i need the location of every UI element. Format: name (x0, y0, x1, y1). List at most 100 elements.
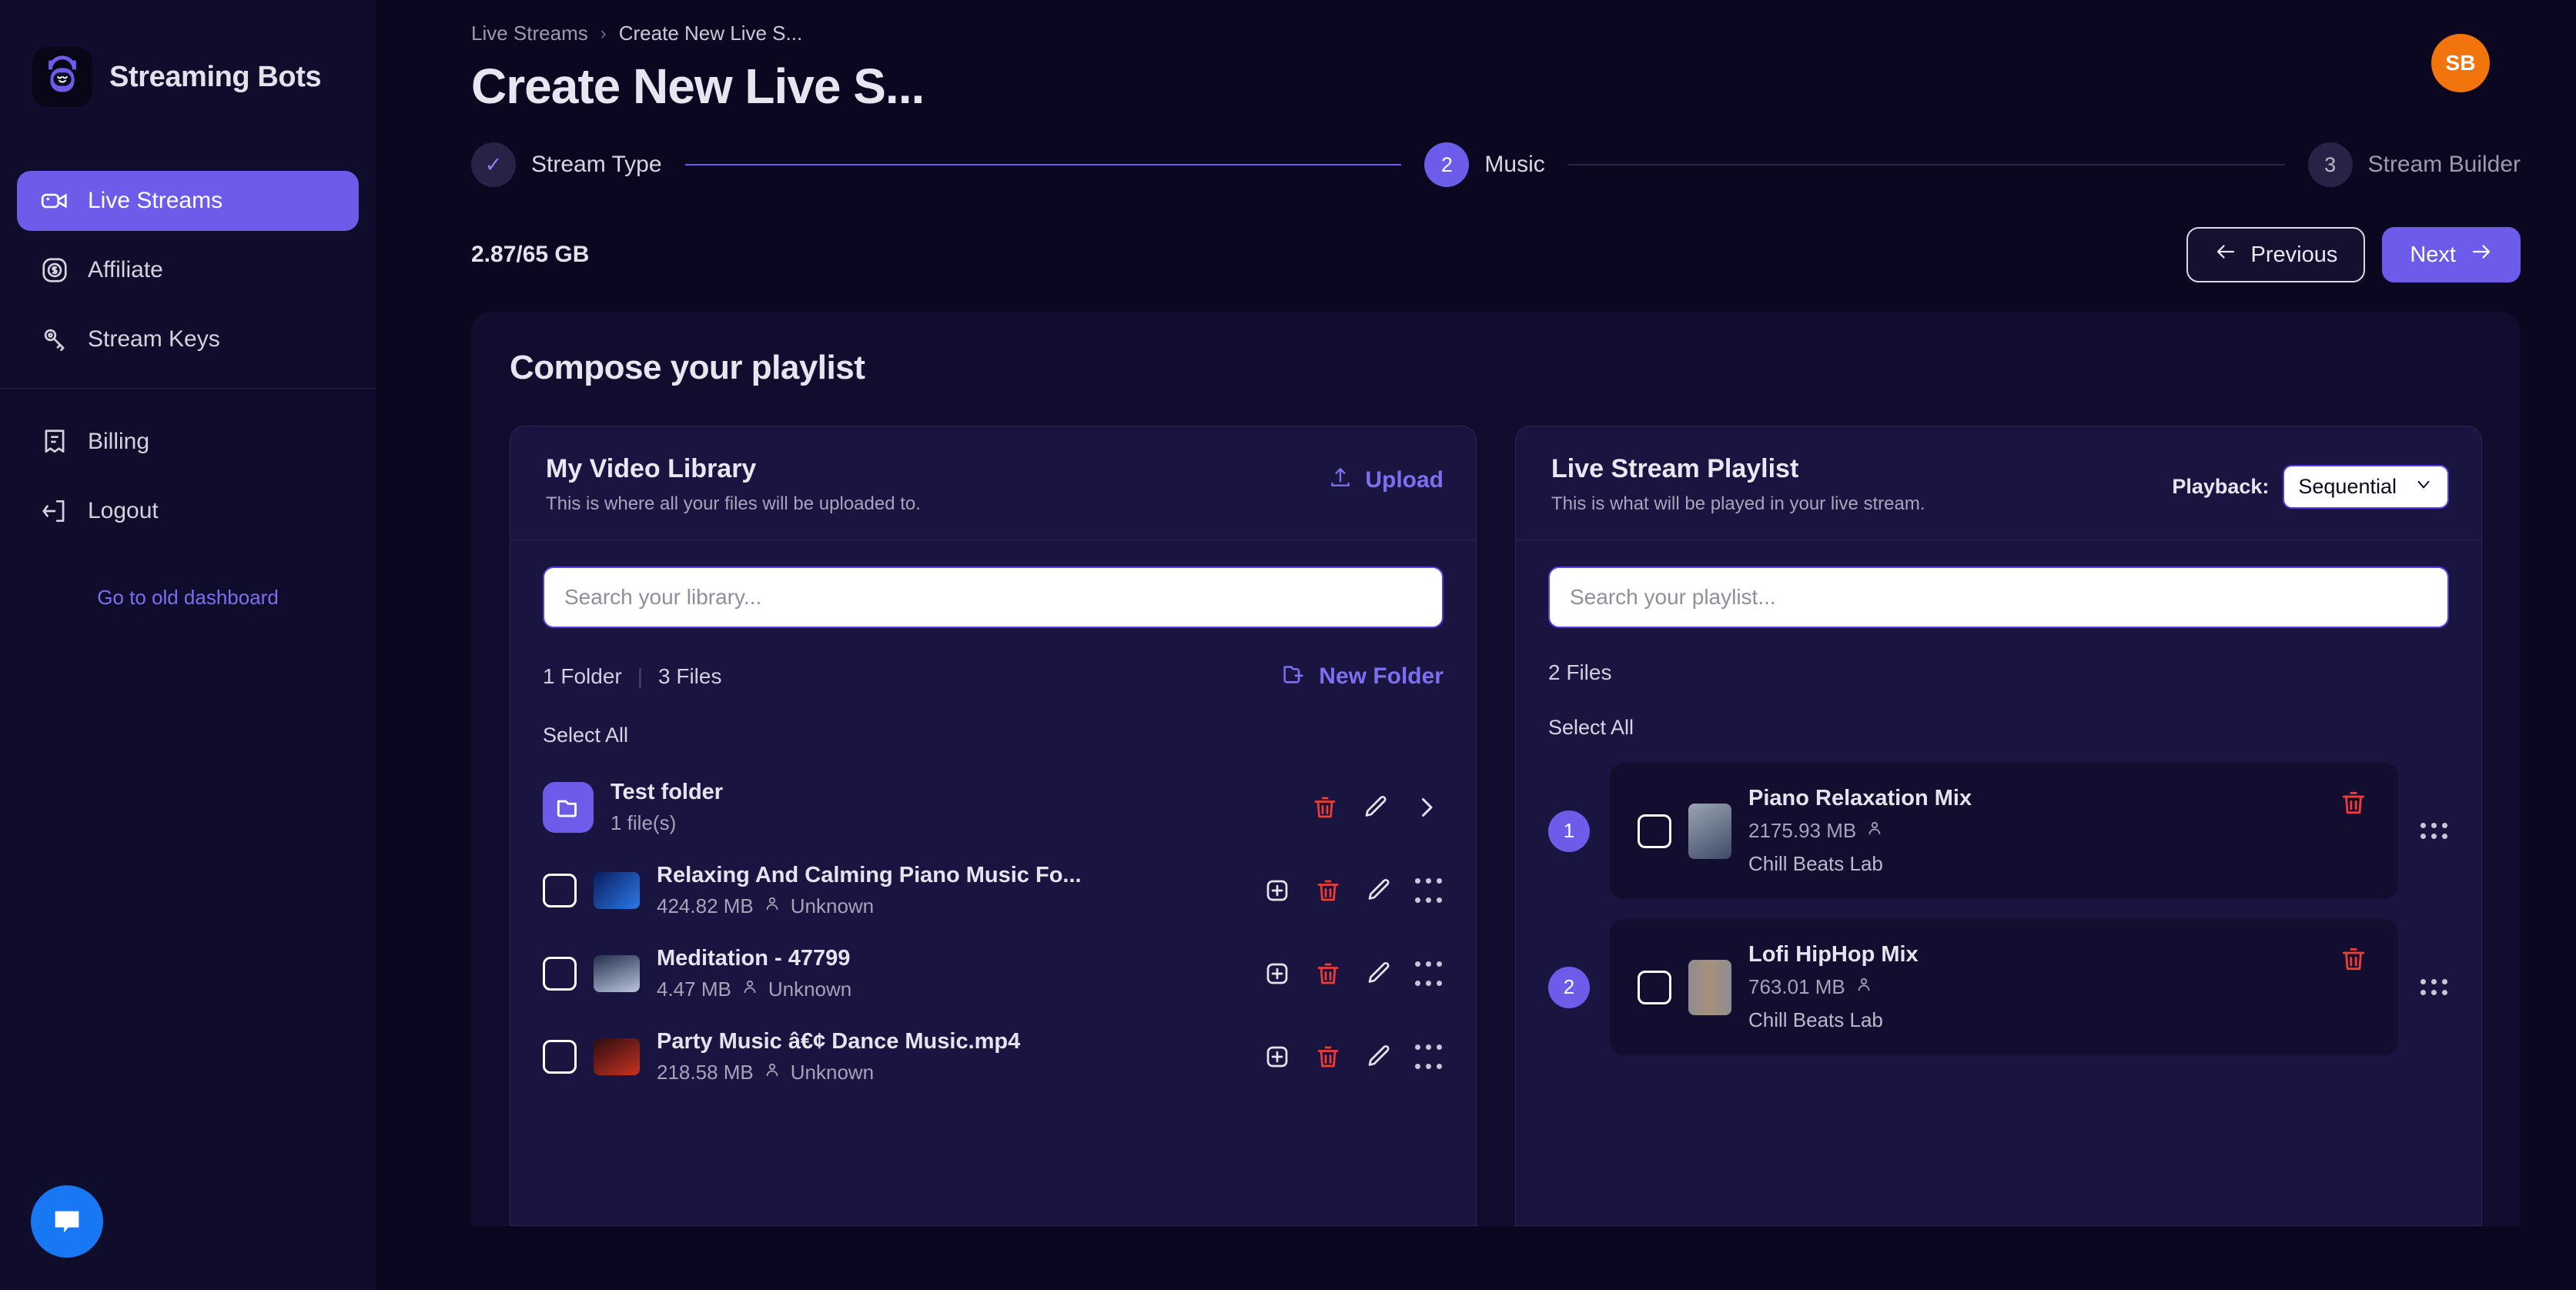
drag-handle-icon[interactable] (2418, 979, 2449, 995)
new-folder-button[interactable]: New Folder (1280, 660, 1444, 693)
drag-handle-icon[interactable] (1413, 1040, 1444, 1074)
row-checkbox[interactable] (543, 874, 577, 907)
chat-bubble-icon[interactable] (31, 1185, 103, 1258)
upload-button[interactable]: Upload (1328, 465, 1444, 496)
playlist-header-text: Live Stream Playlist This is what will b… (1551, 454, 1925, 515)
library-rows: Test folder 1 file(s) Relaxing And Calmi… (543, 766, 1444, 1098)
trash-icon[interactable] (2337, 786, 2370, 820)
sidebar-item-label: Logout (88, 498, 159, 523)
list-item[interactable]: 1 Piano Relaxation Mix 2175.93 MB Chill … (1548, 763, 2449, 899)
file-size: 218.58 MB (657, 1061, 754, 1084)
step-label: Stream Type (531, 152, 662, 177)
playlist-item-card[interactable]: Piano Relaxation Mix 2175.93 MB Chill Be… (1610, 763, 2398, 899)
step-stream-type[interactable]: ✓ Stream Type (471, 142, 662, 187)
row-checkbox[interactable] (543, 957, 577, 991)
playlist-item-size: 2175.93 MB (1748, 819, 1857, 842)
table-row[interactable]: Meditation - 47799 4.47 MB Unknown (543, 932, 1444, 1015)
folder-icon (543, 782, 594, 833)
user-icon (1855, 975, 1873, 999)
trash-icon[interactable] (1311, 957, 1345, 991)
sidebar-item-logout[interactable]: Logout (17, 481, 359, 541)
drag-handle-icon[interactable] (1413, 874, 1444, 907)
old-dashboard-link[interactable]: Go to old dashboard (0, 586, 376, 610)
count-divider: | (637, 664, 643, 688)
main-content: Live Streams › Create New Live S... Crea… (376, 0, 2576, 1290)
row-checkbox[interactable] (1638, 970, 1671, 1004)
row-checkbox[interactable] (543, 1040, 577, 1074)
search-input[interactable] (543, 566, 1444, 628)
trash-icon[interactable] (1311, 1040, 1345, 1074)
library-meta-row: 1 Folder | 3 Files New Folder (543, 660, 1444, 693)
folder-plus-icon (1280, 660, 1306, 693)
library-header-text: My Video Library This is where all your … (546, 454, 921, 515)
plus-square-icon[interactable] (1260, 1040, 1294, 1074)
playlist-item-artist: Chill Beats Lab (1748, 852, 1883, 875)
file-info: Relaxing And Calming Piano Music Fo... 4… (657, 863, 1243, 918)
playback-select[interactable]: Sequential (2283, 465, 2449, 509)
playback-control: Playback: Sequential (2172, 465, 2449, 509)
table-row[interactable]: Relaxing And Calming Piano Music Fo... 4… (543, 849, 1444, 932)
sidebar-item-label: Billing (88, 429, 150, 454)
trash-icon[interactable] (1311, 874, 1345, 907)
playlist-item-name: Lofi HipHop Mix (1748, 942, 1919, 967)
library-select-all[interactable]: Select All (543, 724, 1444, 747)
plus-square-icon[interactable] (1260, 874, 1294, 907)
brand[interactable]: Streaming Bots (0, 34, 376, 120)
file-thumbnail (594, 1038, 640, 1075)
trash-icon[interactable] (1308, 790, 1342, 824)
playlist-meta-row: 2 Files (1548, 660, 2449, 685)
drag-handle-icon[interactable] (1413, 957, 1444, 991)
logout-arrow-icon (40, 496, 69, 526)
file-name: Party Music â€¢ Dance Music.mp4 (657, 1029, 1021, 1054)
pencil-icon[interactable] (1362, 1040, 1396, 1074)
user-icon (763, 894, 781, 918)
playlist-item-card[interactable]: Lofi HipHop Mix 763.01 MB Chill Beats La… (1610, 919, 2398, 1055)
pencil-icon[interactable] (1362, 957, 1396, 991)
playlist-item-meta: 763.01 MB (1748, 975, 2320, 999)
library-title: My Video Library (546, 454, 757, 483)
playlist-select-all[interactable]: Select All (1548, 716, 2449, 740)
playlist-index-badge: 1 (1548, 810, 1590, 852)
library-body: 1 Folder | 3 Files (510, 540, 1476, 1098)
step-stream-builder[interactable]: 3 Stream Builder (2307, 142, 2521, 187)
new-folder-label: New Folder (1319, 663, 1444, 689)
user-icon (763, 1061, 781, 1084)
folder-row[interactable]: Test folder 1 file(s) (543, 766, 1444, 849)
pencil-icon[interactable] (1362, 874, 1396, 907)
playlist-counts: 2 Files (1548, 660, 1611, 685)
avatar[interactable]: SB (2431, 34, 2490, 92)
live-stream-playlist-panel: Live Stream Playlist This is what will b… (1515, 426, 2482, 1226)
sidebar-item-billing[interactable]: Billing (17, 412, 359, 472)
arrow-right-icon (2470, 240, 2493, 269)
drag-handle-icon[interactable] (2418, 823, 2449, 839)
file-owner: Unknown (768, 978, 852, 1001)
trash-icon[interactable] (2337, 942, 2370, 976)
row-checkbox[interactable] (1638, 814, 1671, 848)
playlist-item-artist: Chill Beats Lab (1748, 1008, 1883, 1031)
plus-square-icon[interactable] (1260, 957, 1294, 991)
folder-name: Test folder (611, 780, 724, 804)
file-size: 4.47 MB (657, 978, 731, 1001)
playlist-header: Live Stream Playlist This is what will b… (1516, 426, 2481, 540)
chevron-right-icon[interactable] (1410, 790, 1444, 824)
pencil-icon[interactable] (1359, 790, 1393, 824)
sidebar-item-live-streams[interactable]: Live Streams (17, 171, 359, 231)
next-button[interactable]: Next (2382, 227, 2521, 282)
sidebar-item-affiliate[interactable]: Affiliate (17, 240, 359, 300)
video-camera-icon (40, 186, 69, 216)
sidebar-item-stream-keys[interactable]: Stream Keys (17, 309, 359, 369)
list-item[interactable]: 2 Lofi HipHop Mix 763.01 MB Chill Beats … (1548, 919, 2449, 1055)
user-icon (1865, 819, 1884, 843)
breadcrumb-root[interactable]: Live Streams (471, 22, 588, 45)
step-music[interactable]: 2 Music (1424, 142, 1545, 187)
file-actions (1260, 957, 1444, 991)
table-row[interactable]: Party Music â€¢ Dance Music.mp4 218.58 M… (543, 1015, 1444, 1098)
file-info: Party Music â€¢ Dance Music.mp4 218.58 M… (657, 1029, 1243, 1084)
folder-info: Test folder 1 file(s) (611, 780, 1291, 835)
sidebar-item-label: Stream Keys (88, 326, 220, 352)
playlist-search-input[interactable] (1548, 566, 2449, 628)
video-library-panel: My Video Library This is where all your … (510, 426, 1477, 1226)
library-counts: 1 Folder | 3 Files (543, 664, 721, 689)
sidebar-nav: Live Streams Affiliate Stream Keys (0, 171, 376, 369)
previous-button[interactable]: Previous (2186, 227, 2366, 282)
